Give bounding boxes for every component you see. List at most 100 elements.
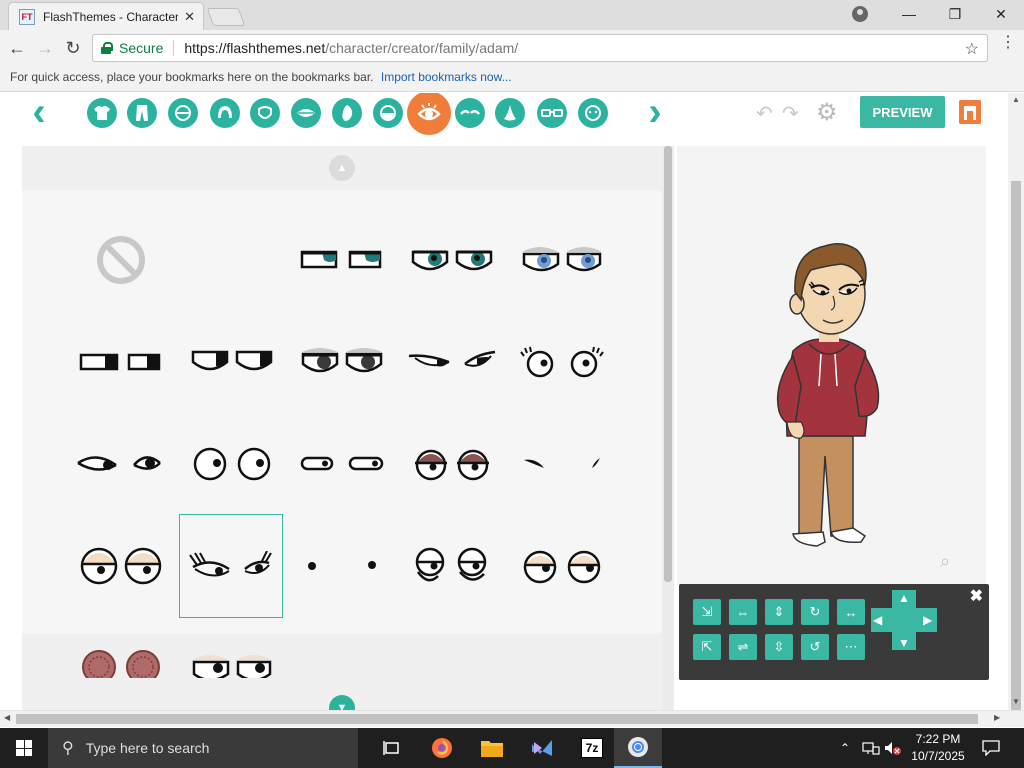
visual-studio-icon[interactable]	[518, 728, 566, 768]
rotate-ccw-icon[interactable]: ↺	[801, 634, 829, 660]
eye-option-none[interactable]	[69, 208, 173, 312]
preview-button[interactable]: PREVIEW	[860, 96, 945, 128]
7zip-icon[interactable]: 7z	[568, 728, 616, 768]
eye-option[interactable]	[400, 208, 504, 312]
eye-option[interactable]	[510, 208, 614, 312]
spacing-decrease-icon[interactable]: ⋯	[837, 634, 865, 660]
forward-icon[interactable]: →	[34, 37, 56, 59]
scale-up-icon[interactable]: ⇲	[693, 599, 721, 625]
eye-option[interactable]	[290, 514, 394, 618]
page-vertical-scrollbar[interactable]: ▲ ▼	[1008, 93, 1024, 711]
bookmarks-bar: For quick access, place your bookmarks h…	[0, 66, 1024, 92]
horizontal-scroll-thumb[interactable]	[16, 714, 978, 724]
windows-logo-icon	[16, 740, 32, 756]
windows-taskbar: ⚲ Type here to search 7z ⌃ 7:22 PM 10/7/…	[0, 728, 1024, 768]
tray-chevron-icon[interactable]: ⌃	[840, 728, 850, 768]
maximize-button[interactable]: ❐	[932, 0, 978, 28]
eye-option[interactable]	[400, 514, 504, 618]
7zip-label: 7z	[581, 738, 603, 758]
move-up-icon[interactable]: ▲	[898, 591, 910, 605]
eyes-grid-panel: ▲ ▼	[22, 146, 674, 710]
notifications-icon[interactable]	[982, 728, 1000, 768]
eye-option[interactable]	[510, 514, 614, 618]
grid-scroll-thumb[interactable]	[664, 146, 672, 582]
eye-option[interactable]	[180, 412, 284, 516]
zoom-icon[interactable]: ⌕	[940, 551, 960, 571]
scroll-left-arrow-icon[interactable]: ◀	[4, 713, 10, 722]
save-icon[interactable]	[959, 100, 981, 124]
browser-menu-icon[interactable]: ⋮	[1000, 35, 1016, 51]
eye-option[interactable]	[400, 310, 504, 414]
eye-option[interactable]	[180, 614, 284, 678]
undo-icon[interactable]: ↶	[756, 101, 773, 126]
grid-scroll-up-button[interactable]: ▲	[329, 155, 355, 181]
new-tab-button[interactable]	[206, 8, 246, 26]
move-down-icon[interactable]: ▼	[898, 636, 910, 650]
eye-option[interactable]	[400, 412, 504, 516]
hair-icon[interactable]	[210, 98, 240, 128]
eye-option[interactable]	[290, 208, 394, 312]
network-icon[interactable]	[862, 728, 880, 768]
scroll-up-arrow-icon[interactable]: ▲	[1012, 95, 1020, 104]
minimize-button[interactable]: —	[886, 0, 932, 28]
bookmark-star-icon[interactable]: ☆	[965, 39, 979, 59]
rotate-cw-icon[interactable]: ↻	[801, 599, 829, 625]
eye-option[interactable]	[69, 614, 173, 678]
skin-icon[interactable]	[332, 98, 362, 128]
eye-option[interactable]	[510, 412, 614, 516]
start-button[interactable]	[0, 728, 48, 768]
redo-icon[interactable]: ↷	[782, 101, 799, 126]
file-explorer-icon[interactable]	[468, 728, 516, 768]
nose-icon[interactable]	[495, 98, 525, 128]
back-icon[interactable]: ←	[6, 37, 28, 59]
eye-option[interactable]	[69, 412, 173, 516]
firefox-icon[interactable]	[418, 728, 466, 768]
transform-tool-panel: ✖ ⇲ ⇔ ⇕ ↻ ↔ ⇱ ⇌ ⇳ ↺ ⋯ ▲ ▼ ◀ ▶	[679, 584, 989, 680]
import-bookmarks-link[interactable]: Import bookmarks now...	[381, 70, 512, 84]
eye-option[interactable]	[69, 514, 173, 618]
face-icon[interactable]	[250, 98, 280, 128]
scale-down-icon[interactable]: ⇱	[693, 634, 721, 660]
move-left-icon[interactable]: ◀	[873, 613, 882, 627]
body-icon[interactable]	[168, 98, 198, 128]
mouth-icon[interactable]	[291, 98, 321, 128]
shorten-icon[interactable]: ⇳	[765, 634, 793, 660]
accessory-icon[interactable]	[578, 98, 608, 128]
settings-gear-icon[interactable]: ⚙	[816, 98, 838, 127]
eye-option[interactable]	[69, 310, 173, 414]
address-bar[interactable]: Secure https://flashthemes.net/character…	[92, 34, 988, 62]
eyebrows-icon[interactable]	[455, 98, 485, 128]
move-right-icon[interactable]: ▶	[923, 613, 932, 627]
eye-option[interactable]	[290, 310, 394, 414]
beard-icon[interactable]	[373, 98, 403, 128]
eyes-icon[interactable]	[407, 93, 451, 135]
task-view-icon[interactable]	[368, 728, 416, 768]
system-clock[interactable]: 7:22 PM 10/7/2025	[906, 731, 970, 765]
browser-tab[interactable]: FT FlashThemes - Character ✕	[8, 2, 204, 30]
glasses-icon[interactable]	[537, 98, 567, 128]
reload-icon[interactable]: ↻	[62, 37, 84, 59]
volume-muted-icon[interactable]	[884, 728, 902, 768]
scroll-right-arrow-icon[interactable]: ▶	[994, 713, 1000, 722]
category-prev-icon[interactable]: ‹	[24, 93, 54, 133]
category-next-icon[interactable]: ›	[640, 93, 670, 133]
heighten-icon[interactable]: ⇕	[765, 599, 793, 625]
pants-icon[interactable]	[127, 98, 157, 128]
spacing-increase-icon[interactable]: ↔	[837, 599, 865, 625]
eye-option[interactable]	[510, 310, 614, 414]
shirt-icon[interactable]	[87, 98, 117, 128]
tab-close-icon[interactable]: ✕	[184, 9, 195, 25]
page-horizontal-scrollbar[interactable]: ◀ ▶	[0, 710, 1024, 727]
page-scroll-thumb[interactable]	[1011, 181, 1021, 711]
eye-option-selected[interactable]	[179, 514, 283, 618]
chrome-icon[interactable]	[614, 728, 662, 768]
tool-panel-close-icon[interactable]: ✖	[970, 586, 983, 606]
taskbar-search[interactable]: ⚲ Type here to search	[48, 728, 358, 768]
scroll-down-arrow-icon[interactable]: ▼	[1012, 697, 1020, 706]
eye-option[interactable]	[290, 412, 394, 516]
close-window-button[interactable]: ✕	[978, 0, 1024, 28]
eye-option[interactable]	[180, 310, 284, 414]
widen-icon[interactable]: ⇔	[729, 599, 757, 625]
profile-icon[interactable]	[852, 6, 868, 22]
narrow-icon[interactable]: ⇌	[729, 634, 757, 660]
